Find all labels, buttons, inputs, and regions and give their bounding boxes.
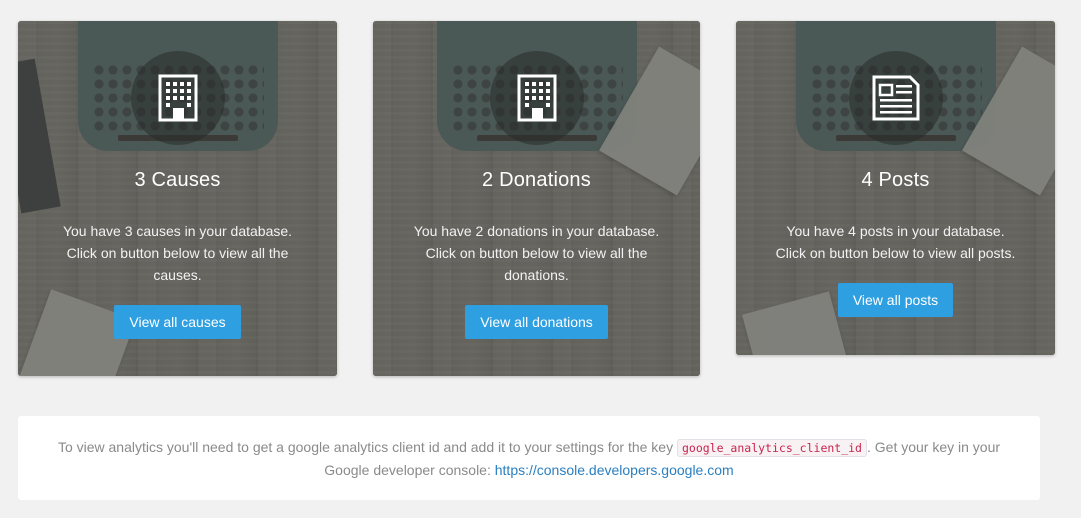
building-icon xyxy=(489,51,584,145)
view-all-causes-button[interactable]: View all causes xyxy=(114,305,241,339)
notice-text: To view analytics you'll need to get a g… xyxy=(57,439,677,455)
posts-card: 4 Posts You have 4 posts in your databas… xyxy=(736,21,1055,355)
analytics-notice: To view analytics you'll need to get a g… xyxy=(18,416,1040,500)
google-developer-console-link[interactable]: https://console.developers.google.com xyxy=(495,462,734,478)
card-title: 2 Donations xyxy=(482,169,591,191)
building-icon xyxy=(130,51,225,145)
settings-key-code: google_analytics_client_id xyxy=(676,439,867,457)
card-title: 3 Causes xyxy=(134,169,221,191)
dashboard-page: 3 Causes You have 3 causes in your datab… xyxy=(0,0,1081,518)
view-all-donations-button[interactable]: View all donations xyxy=(465,305,608,339)
card-description: You have 4 posts in your database. Click… xyxy=(775,223,1016,261)
card-description: You have 3 causes in your database. Clic… xyxy=(62,223,293,283)
newspaper-icon xyxy=(848,51,943,145)
view-all-posts-button[interactable]: View all posts xyxy=(837,283,954,317)
causes-card: 3 Causes You have 3 causes in your datab… xyxy=(18,21,337,376)
card-title: 4 Posts xyxy=(861,169,930,191)
donations-card: 2 Donations You have 2 donations in your… xyxy=(373,21,700,376)
card-description: You have 2 donations in your database. C… xyxy=(413,223,660,283)
